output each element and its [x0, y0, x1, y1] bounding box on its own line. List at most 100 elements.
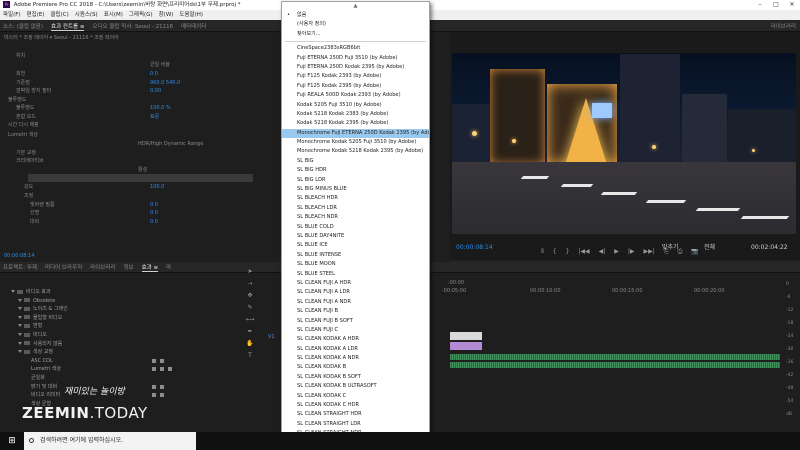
look-menu-item[interactable]: • 없음: [282, 11, 429, 20]
effect-property-row[interactable]: HDR/High Dynamic Range: [138, 140, 203, 148]
step-forward-icon[interactable]: |▶: [628, 248, 635, 258]
program-video-frame[interactable]: [452, 53, 796, 234]
effect-property-value[interactable]: 0.0: [150, 218, 158, 226]
mark-in-icon[interactable]: {: [553, 248, 557, 258]
look-menu-item[interactable]: SL CLEAN FUJI B: [282, 307, 429, 316]
effect-property-row[interactable]: 강도: [24, 183, 33, 191]
effect-property-row[interactable]: 혼합 모드: [16, 113, 36, 121]
look-menu-item[interactable]: SL CLEAN KODAK A HDR: [282, 335, 429, 344]
expand-chevron-icon[interactable]: [18, 298, 22, 302]
lift-icon[interactable]: ⎘: [664, 248, 669, 258]
look-menu-item[interactable]: SL CLEAN KODAK C HDR: [282, 401, 429, 410]
look-menu-item[interactable]: SL BLEACH LDR: [282, 204, 429, 213]
slip-tool-icon[interactable]: ⟷: [246, 316, 255, 323]
tab-libraries[interactable]: 라이브러리: [771, 22, 796, 30]
audio-waveform[interactable]: [450, 362, 780, 368]
step-back-icon[interactable]: ◀|: [599, 248, 606, 258]
look-menu-item[interactable]: SL BLEACH NDR: [282, 213, 429, 222]
look-menu-item[interactable]: SL CLEAN STRAIGHT LDR: [282, 420, 429, 429]
tab-libraries-lower[interactable]: 라이브러리: [90, 263, 115, 271]
effects-folder-item[interactable]: 비디오 효과: [11, 288, 51, 296]
look-menu-item[interactable]: 찾아보기...: [282, 30, 429, 39]
look-menu-item[interactable]: SL CLEAN KODAK B ULTRASOFT: [282, 382, 429, 391]
razor-tool-icon[interactable]: ✎: [247, 304, 252, 311]
look-menu-item[interactable]: SL CLEAN KODAK B SOFT: [282, 373, 429, 382]
effect-property-row[interactable]: 크리에이티브: [16, 157, 44, 165]
effect-property-row[interactable]: 선명: [30, 209, 39, 217]
effects-item[interactable]: Lumetri 색상: [25, 365, 61, 373]
windows-start-icon[interactable]: ⊞: [0, 432, 24, 450]
minimize-button[interactable]: –: [752, 0, 768, 10]
hand-tool-icon[interactable]: ✋: [246, 340, 253, 347]
taskbar-search-input[interactable]: 검색하려면 여기에 입력하십시오.: [24, 432, 196, 450]
look-menu-item[interactable]: SL BLUE STEEL: [282, 270, 429, 279]
look-menu-item[interactable]: SL BLUE COLD: [282, 223, 429, 232]
effect-property-row[interactable]: 위치: [16, 52, 25, 60]
mark-out-icon[interactable]: }: [566, 248, 570, 258]
look-menu-item[interactable]: Fuji F125 Kodak 2393 (by Adobe): [282, 72, 429, 81]
effect-property-value[interactable]: 100.0 %: [150, 104, 171, 112]
add-marker-icon[interactable]: ⦀: [541, 248, 544, 258]
tab-info[interactable]: 정보: [123, 263, 133, 271]
audio-waveform[interactable]: [450, 354, 780, 360]
tab-project[interactable]: 프로젝트: 무제: [3, 263, 37, 271]
tab-audio-clip-mixer[interactable]: 오디오 클립 믹서: Seoul - 21116: [92, 22, 173, 30]
tab-metadata[interactable]: 메타데이터: [181, 22, 206, 30]
look-menu-item[interactable]: SL CLEAN KODAK A NDR: [282, 354, 429, 363]
go-to-out-icon[interactable]: ▶▶|: [644, 248, 655, 258]
look-menu-item[interactable]: SL CLEAN FUJI B SOFT: [282, 317, 429, 326]
effects-item[interactable]: 균일화: [25, 374, 45, 382]
expand-chevron-icon[interactable]: [18, 341, 22, 345]
effects-folder-item[interactable]: Obsolete: [18, 297, 55, 305]
close-button[interactable]: ✕: [784, 0, 800, 10]
look-menu-item[interactable]: Fuji ETERNA 250D Fuji 3510 (by Adobe): [282, 54, 429, 63]
effect-property-row[interactable]: Lumetri 색상: [8, 131, 38, 139]
effect-property-value[interactable]: 0.00: [150, 87, 161, 95]
menu-edit[interactable]: 편집(E): [27, 10, 45, 20]
look-menu-item[interactable]: CineSpace2383sRGB6bit: [282, 44, 429, 53]
menu-help[interactable]: 도움말(H): [179, 10, 203, 20]
menu-sequence[interactable]: 시퀀스(S): [75, 10, 98, 20]
effects-folder-item[interactable]: 비디오: [18, 331, 47, 339]
look-menu-item[interactable]: SL BLUE DAY4NITE: [282, 232, 429, 241]
effect-property-row[interactable]: 시간 다시 매핑: [8, 121, 39, 129]
extract-icon[interactable]: ⎙: [678, 248, 683, 258]
menu-clip[interactable]: 클립(C): [50, 10, 68, 20]
effect-property-row[interactable]: 기본 교정: [16, 149, 36, 157]
selection-tool-icon[interactable]: ➤: [247, 268, 252, 275]
effect-property-row[interactable]: 회전: [16, 70, 25, 78]
look-menu-item[interactable]: SL CLEAN KODAK A LDR: [282, 345, 429, 354]
pen-tool-icon[interactable]: ✒: [247, 328, 252, 335]
look-menu-item[interactable]: SL BLUE INTENSE: [282, 251, 429, 260]
effect-property-value[interactable]: 960.0 540.0: [150, 79, 180, 87]
effects-folder-item[interactable]: 변형: [18, 322, 42, 330]
look-menu-item[interactable]: Monochrome Kodak 5205 Fuji 3510 (by Adob…: [282, 138, 429, 147]
tab-effect-controls[interactable]: 효과 컨트롤 ≡: [51, 22, 85, 31]
track-select-tool-icon[interactable]: ⇢: [247, 280, 252, 287]
export-frame-icon[interactable]: 📷: [691, 248, 698, 258]
effect-property-row[interactable]: 균일 비율: [150, 61, 170, 69]
tab-marker[interactable]: 마: [166, 263, 171, 271]
effect-property-row[interactable]: 조정: [24, 192, 33, 200]
effects-folder-item[interactable]: 사용되지 않음: [18, 340, 62, 348]
effects-item[interactable]: ASC CDL: [25, 357, 53, 365]
track-v1-label[interactable]: V1: [268, 334, 275, 340]
look-menu-item[interactable]: SL CLEAN KODAK B: [282, 363, 429, 372]
scroll-up-icon[interactable]: ▲: [282, 2, 429, 11]
look-menu-item[interactable]: (사용자 정의): [282, 20, 429, 29]
ripple-edit-tool-icon[interactable]: ✥: [247, 292, 252, 299]
effect-property-value[interactable]: 표준: [150, 113, 159, 121]
effects-folder-item[interactable]: 노이즈 & 그레인: [18, 305, 68, 313]
menu-graphics[interactable]: 그래픽(G): [129, 10, 153, 20]
look-menu-item[interactable]: SL CLEAN FUJI A LDR: [282, 288, 429, 297]
effect-property-row[interactable]: 불투명도: [16, 104, 34, 112]
expand-chevron-icon[interactable]: [18, 307, 22, 311]
look-menu-item[interactable]: SL CLEAN KODAK C: [282, 392, 429, 401]
expand-chevron-icon[interactable]: [18, 333, 22, 336]
play-icon[interactable]: ▶: [614, 248, 619, 258]
look-menu-item[interactable]: SL CLEAN STRAIGHT HDR: [282, 410, 429, 419]
timeline-clip-video[interactable]: [450, 342, 482, 350]
look-select-field[interactable]: [28, 174, 253, 182]
effect-property-value[interactable]: 0.0: [150, 201, 158, 209]
effects-folder-item[interactable]: 색상 교정: [18, 348, 53, 356]
